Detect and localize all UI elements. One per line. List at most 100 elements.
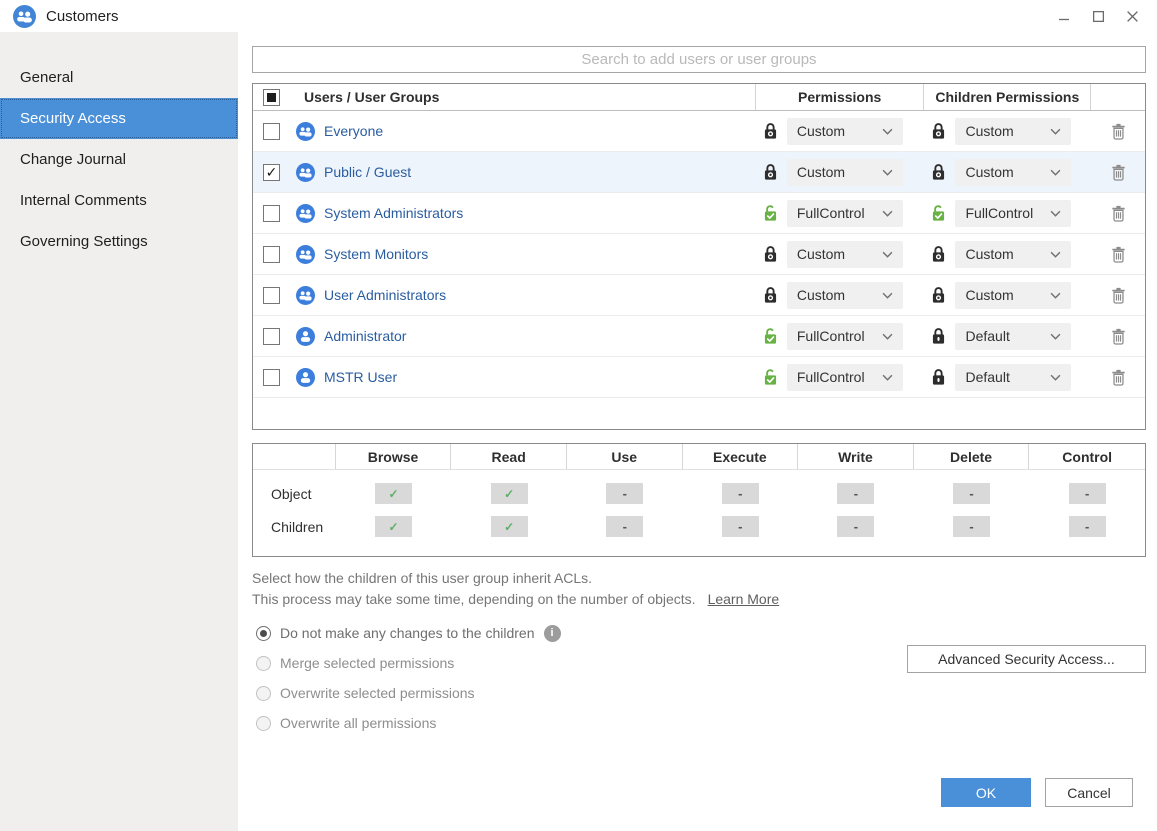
user-group-name[interactable]: User Administrators xyxy=(324,287,446,303)
row-checkbox[interactable] xyxy=(263,369,280,386)
table-row-public-guest[interactable]: Public / Guest Custom xyxy=(253,152,1145,193)
group-icon xyxy=(296,122,315,141)
table-row-user-administrators[interactable]: User Administrators Custom xyxy=(253,275,1145,316)
padlock-icon xyxy=(762,244,779,264)
group-icon xyxy=(296,245,315,264)
permission-toggle-object-execute[interactable] xyxy=(722,483,759,504)
children-permissions-dropdown[interactable]: Custom xyxy=(955,159,1071,186)
permissions-dropdown[interactable]: Custom xyxy=(787,241,903,268)
permissions-dropdown[interactable]: Custom xyxy=(787,118,903,145)
user-group-name[interactable]: MSTR User xyxy=(324,369,397,385)
search-input[interactable] xyxy=(252,46,1146,73)
permission-toggle-children-delete[interactable] xyxy=(953,516,990,537)
select-all-checkbox[interactable] xyxy=(263,89,280,106)
table-row-system-administrators[interactable]: System Administrators FullControl xyxy=(253,193,1145,234)
sidebar-item-internal-comments[interactable]: Internal Comments xyxy=(0,180,238,221)
children-permissions-dropdown[interactable]: Default xyxy=(955,323,1071,350)
children-permissions-dropdown[interactable]: Custom xyxy=(955,118,1071,145)
matrix-row-label: Children xyxy=(253,519,336,535)
unlocked-check-icon xyxy=(930,203,947,223)
user-group-name[interactable]: Public / Guest xyxy=(324,164,411,180)
padlock-icon xyxy=(930,367,947,387)
unlocked-check-icon xyxy=(762,367,779,387)
cancel-button[interactable]: Cancel xyxy=(1045,778,1133,807)
table-row-mstr-user[interactable]: MSTR User FullControl xyxy=(253,357,1145,398)
delete-row-button[interactable] xyxy=(1111,164,1126,181)
close-button[interactable] xyxy=(1119,5,1145,27)
permission-toggle-children-browse[interactable] xyxy=(375,516,412,537)
user-group-name[interactable]: Everyone xyxy=(324,123,383,139)
permission-toggle-object-write[interactable] xyxy=(837,483,874,504)
radio-icon[interactable] xyxy=(256,686,271,701)
permission-toggle-children-execute[interactable] xyxy=(722,516,759,537)
permission-toggle-children-read[interactable] xyxy=(491,516,528,537)
sidebar-item-change-journal[interactable]: Change Journal xyxy=(0,139,238,180)
permissions-dropdown[interactable]: Custom xyxy=(787,282,903,309)
permissions-cell: Custom xyxy=(756,159,925,186)
delete-row-button[interactable] xyxy=(1111,123,1126,140)
permissions-dropdown[interactable]: FullControl xyxy=(787,200,903,227)
permission-toggle-object-use[interactable] xyxy=(606,483,643,504)
children-permissions-cell: Custom xyxy=(924,118,1091,145)
permissions-dropdown[interactable]: FullControl xyxy=(787,323,903,350)
children-permissions-dropdown[interactable]: Default xyxy=(955,364,1071,391)
user-group-name[interactable]: Administrator xyxy=(324,328,406,344)
matrix-corner-cell xyxy=(253,444,336,469)
permission-toggle-children-control[interactable] xyxy=(1069,516,1106,537)
children-permissions-value: Custom xyxy=(965,287,1013,303)
learn-more-link[interactable]: Learn More xyxy=(708,591,780,607)
delete-row-button[interactable] xyxy=(1111,369,1126,386)
row-checkbox[interactable] xyxy=(263,328,280,345)
delete-row-button[interactable] xyxy=(1111,205,1126,222)
info-icon[interactable] xyxy=(544,625,561,642)
matrix-column-control: Control xyxy=(1029,444,1145,469)
permission-toggle-object-control[interactable] xyxy=(1069,483,1106,504)
delete-row-button[interactable] xyxy=(1111,287,1126,304)
matrix-header: Browse Read Use Execute Write Delete Con… xyxy=(253,444,1145,470)
delete-row-button[interactable] xyxy=(1111,246,1126,263)
table-row-administrator[interactable]: Administrator FullControl xyxy=(253,316,1145,357)
sidebar-item-security-access[interactable]: Security Access xyxy=(0,98,238,139)
permissions-dropdown[interactable]: FullControl xyxy=(787,364,903,391)
radio-icon[interactable] xyxy=(256,716,271,731)
children-permissions-dropdown[interactable]: FullControl xyxy=(955,200,1071,227)
children-permissions-dropdown[interactable]: Custom xyxy=(955,241,1071,268)
chevron-down-icon xyxy=(1050,374,1061,381)
user-group-name[interactable]: System Monitors xyxy=(324,246,428,262)
children-permissions-dropdown[interactable]: Custom xyxy=(955,282,1071,309)
advanced-security-access-button[interactable]: Advanced Security Access... xyxy=(907,645,1146,673)
permission-toggle-object-delete[interactable] xyxy=(953,483,990,504)
permission-toggle-object-browse[interactable] xyxy=(375,483,412,504)
permission-toggle-children-use[interactable] xyxy=(606,516,643,537)
customers-group-icon xyxy=(13,5,36,28)
minimize-button[interactable] xyxy=(1051,5,1077,27)
row-checkbox[interactable] xyxy=(263,287,280,304)
row-checkbox[interactable] xyxy=(263,205,280,222)
radio-icon[interactable] xyxy=(256,656,271,671)
row-checkbox[interactable] xyxy=(263,164,280,181)
sidebar-item-general[interactable]: General xyxy=(0,57,238,98)
permissions-dropdown[interactable]: Custom xyxy=(787,159,903,186)
option-merge-permissions[interactable]: Merge selected permissions xyxy=(252,648,561,678)
chevron-down-icon xyxy=(1050,128,1061,135)
row-checkbox[interactable] xyxy=(263,246,280,263)
user-group-name[interactable]: System Administrators xyxy=(324,205,463,221)
option-overwrite-selected[interactable]: Overwrite selected permissions xyxy=(252,678,561,708)
option-overwrite-all[interactable]: Overwrite all permissions xyxy=(252,708,561,738)
permission-toggle-children-write[interactable] xyxy=(837,516,874,537)
sidebar-item-governing-settings[interactable]: Governing Settings xyxy=(0,221,238,262)
children-permissions-cell: Default xyxy=(924,323,1091,350)
delete-row-button[interactable] xyxy=(1111,328,1126,345)
radio-icon[interactable] xyxy=(256,626,271,641)
users-table-header: Users / User Groups Permissions Children… xyxy=(253,84,1145,111)
ok-button[interactable]: OK xyxy=(941,778,1031,807)
option-no-changes[interactable]: Do not make any changes to the children xyxy=(252,618,561,648)
permission-toggle-object-read[interactable] xyxy=(491,483,528,504)
row-checkbox[interactable] xyxy=(263,123,280,140)
table-row-everyone[interactable]: Everyone Custom xyxy=(253,111,1145,152)
titlebar: Customers xyxy=(0,0,1157,32)
chevron-down-icon xyxy=(1050,333,1061,340)
maximize-button[interactable] xyxy=(1085,5,1111,27)
permissions-cell: FullControl xyxy=(756,364,925,391)
table-row-system-monitors[interactable]: System Monitors Custom xyxy=(253,234,1145,275)
